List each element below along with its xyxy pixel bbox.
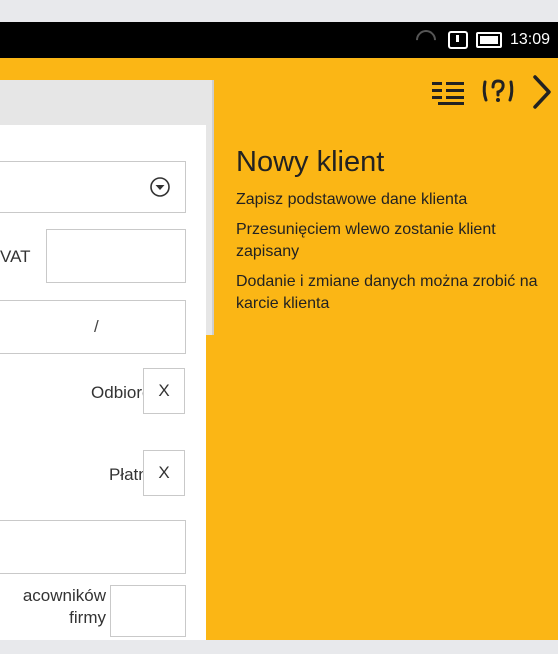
alert-icon xyxy=(447,31,468,49)
employee-count-input[interactable] xyxy=(110,585,186,637)
vat-label: VAT xyxy=(0,247,31,266)
chevron-down-icon xyxy=(150,177,170,197)
battery-icon xyxy=(475,32,502,48)
status-bar: 13:09 xyxy=(0,22,558,58)
info-panel: Nowy klient Zapisz podstawowe dane klien… xyxy=(236,146,552,323)
odbiorca-value: X xyxy=(158,381,170,400)
date-range-separator: / xyxy=(94,317,99,336)
page-title: Nowy klient xyxy=(236,146,385,178)
pracownikow-label-line1: acowników xyxy=(22,586,106,605)
list-icon[interactable] xyxy=(432,79,464,105)
platnik-value: X xyxy=(158,463,170,482)
info-line-1: Zapisz podstawowe dane klienta xyxy=(236,191,468,208)
text-input[interactable] xyxy=(0,520,186,574)
info-line-3: Dodanie i zmiane danych można zrobić na … xyxy=(236,273,538,312)
pracownikow-label: acowników firmy xyxy=(0,585,106,629)
info-line-2: Przesunięciem wlewo zostanie klient zapi… xyxy=(236,221,496,260)
client-type-dropdown[interactable] xyxy=(0,161,186,213)
help-footsteps-icon[interactable] xyxy=(480,74,516,110)
vat-input[interactable] xyxy=(46,229,186,283)
next-arrow-icon[interactable] xyxy=(532,74,552,110)
status-time: 13:09 xyxy=(509,31,550,48)
client-form: VAT / Odbiorca X Płatnik X acowników fir… xyxy=(0,125,206,640)
platnik-toggle[interactable]: X xyxy=(143,450,185,496)
app-window: 13:09 VAT / Odbiorca X Płatnik X acownik… xyxy=(0,22,558,640)
action-bar xyxy=(432,70,552,114)
wifi-icon xyxy=(411,25,441,55)
pracownikow-label-line2: firmy xyxy=(69,608,106,627)
status-icons: 13:09 xyxy=(411,25,550,55)
date-range-input[interactable]: / xyxy=(0,300,186,354)
odbiorca-toggle[interactable]: X xyxy=(143,368,185,414)
